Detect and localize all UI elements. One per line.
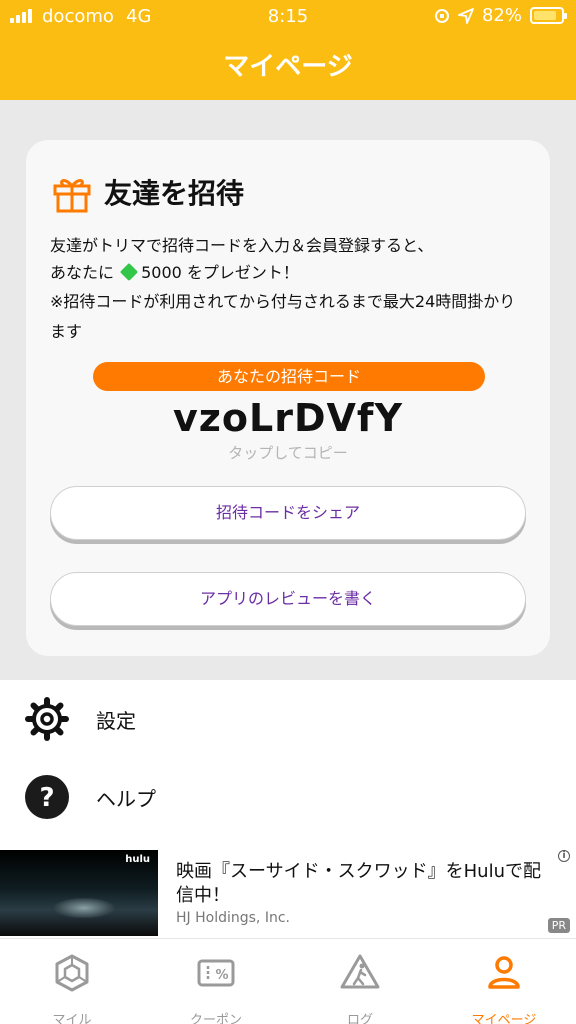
ad-pr-badge: PR: [547, 918, 570, 933]
rotation-lock-icon: [434, 8, 449, 23]
tab-mile[interactable]: マイル: [0, 939, 144, 1024]
status-bar: docomo 4G 8:15 82%: [0, 0, 576, 34]
gift-icon: [53, 179, 91, 213]
tab-label-mypage: マイページ: [471, 1013, 537, 1024]
menu-item-settings[interactable]: 設定: [0, 680, 576, 758]
desc-suffix: をプレゼント！: [186, 263, 299, 282]
menu-item-help[interactable]: ? ヘルプ: [0, 758, 576, 836]
help-icon: ?: [25, 775, 69, 819]
svg-text:?: ?: [39, 783, 54, 813]
share-invite-code-button[interactable]: 招待コードをシェア: [50, 486, 526, 540]
gem-outline-icon: [55, 954, 89, 992]
tab-log[interactable]: ログ: [288, 939, 432, 1024]
ad-image-brand: hulu: [125, 854, 150, 865]
tap-to-copy-hint: タップしてコピー: [228, 444, 348, 462]
coupon-icon: %: [197, 959, 235, 987]
write-review-button[interactable]: アプリのレビューを書く: [50, 572, 526, 626]
tab-label-coupon: クーポン: [189, 1013, 242, 1024]
page-title: マイページ: [223, 52, 353, 82]
battery-percent: 82%: [481, 5, 522, 26]
invite-note: ※招待コードが利用されてから付与されるまで最大24時間掛かります: [50, 292, 516, 341]
desc-amount: 5000: [141, 263, 182, 282]
ad-title[interactable]: 映画『スーサイド・スクワッド』をHuluで配信中！: [176, 860, 546, 908]
person-icon: [488, 956, 520, 989]
invite-card-title: 友達を招待: [104, 177, 245, 210]
invite-code[interactable]: vzoLrDVfY: [26, 396, 550, 440]
top-header: docomo 4G 8:15 82% マイページ: [0, 0, 576, 100]
ad-banner[interactable]: hulu 映画『スーサイド・スクワッド』をHuluで配信中！ HJ Holdin…: [0, 848, 576, 938]
desc-prefix: あなたに: [50, 263, 115, 282]
ad-image-scene: [54, 898, 114, 918]
mile-gem-icon: [120, 262, 139, 282]
invite-description-line1: 友達がトリマで招待コードを入力＆会員登録すると、: [50, 236, 434, 255]
invite-card: 友達を招待 友達がトリマで招待コードを入力＆会員登録すると、 あなたに 5000…: [26, 140, 550, 656]
ad-image[interactable]: hulu: [0, 850, 158, 936]
menu-label-help: ヘルプ: [96, 786, 156, 811]
tab-label-log: ログ: [346, 1013, 373, 1024]
location-icon: [458, 7, 474, 24]
walker-icon: [340, 954, 380, 989]
menu-label-settings: 設定: [96, 708, 136, 733]
tab-coupon[interactable]: % クーポン: [144, 939, 288, 1024]
ad-advertiser: HJ Holdings, Inc.: [176, 910, 290, 926]
invite-card-header: 友達を招待: [50, 170, 244, 214]
svg-text:%: %: [215, 968, 228, 983]
ad-info-icon[interactable]: i: [558, 850, 570, 862]
content-area: 友達を招待 友達がトリマで招待コードを入力＆会員登録すると、 あなたに 5000…: [0, 100, 576, 680]
gear-icon: [25, 697, 69, 741]
status-icons: 82%: [434, 5, 567, 26]
tab-mypage[interactable]: マイページ: [432, 939, 576, 1024]
invite-description-line2: あなたに 5000 をプレゼント！: [50, 259, 433, 286]
battery-icon: [530, 7, 567, 24]
invite-description: 友達がトリマで招待コードを入力＆会員登録すると、 あなたに 5000 をプレゼン…: [50, 232, 433, 286]
invite-code-label: あなたの招待コード: [93, 362, 485, 391]
tab-label-mile: マイル: [52, 1013, 92, 1024]
tab-bar: マイル % クーポン ログ マイページ: [0, 938, 576, 1024]
